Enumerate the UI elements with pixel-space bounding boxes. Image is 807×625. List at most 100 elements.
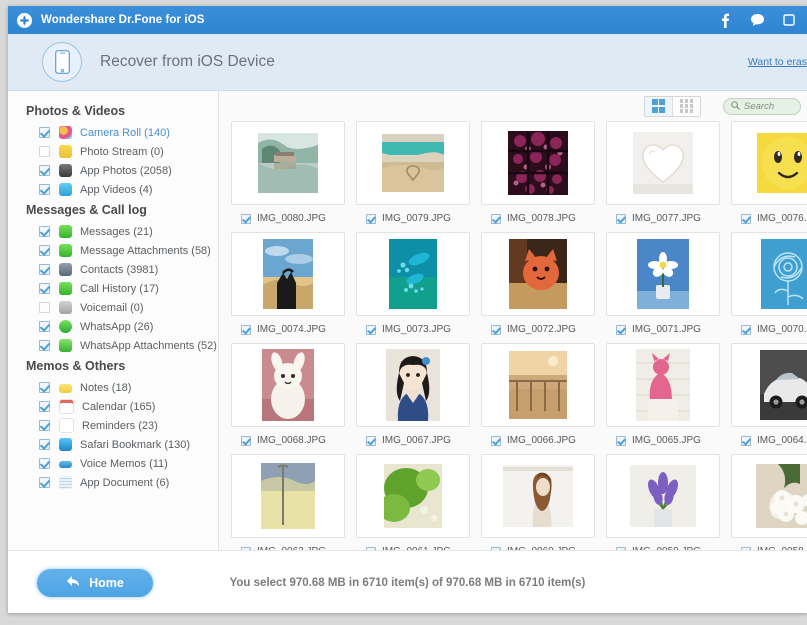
sidebar-item-reminders[interactable]: Reminders (23)	[8, 416, 218, 435]
thumbnail-tile[interactable]	[231, 343, 345, 427]
grid-cell[interactable]: IMG_0065.JPG	[606, 343, 720, 454]
checkbox[interactable]	[741, 435, 751, 446]
file-name: IMG_0079.JPG	[382, 213, 451, 224]
sidebar-item-app-videos[interactable]: App Videos (4)	[8, 180, 218, 199]
checkbox[interactable]	[39, 245, 50, 256]
sidebar-item-label: Message Attachments (58)	[80, 244, 211, 257]
thumbnail-tile[interactable]	[356, 232, 470, 316]
checkbox[interactable]	[39, 340, 50, 351]
sidebar-item-notes[interactable]: Notes (18)	[8, 378, 218, 397]
grid-cell[interactable]: IMG_0064.JPG	[731, 343, 807, 454]
thumbnail-tile[interactable]	[731, 343, 807, 427]
checkbox[interactable]	[39, 302, 50, 313]
grid-cell[interactable]: IMG_0080.JPG	[231, 121, 345, 232]
sidebar-item-messages[interactable]: Messages (21)	[8, 222, 218, 241]
sidebar-item-app-photos[interactable]: App Photos (2058)	[8, 161, 218, 180]
thumbnail-tile[interactable]	[231, 232, 345, 316]
thumbnail-tile[interactable]	[731, 232, 807, 316]
grid-cell[interactable]: IMG_0059.JPG	[606, 454, 720, 550]
sidebar-item-contacts[interactable]: Contacts (3981)	[8, 260, 218, 279]
sidebar-item-calendar[interactable]: Calendar (165)	[8, 397, 218, 416]
checkbox[interactable]	[39, 264, 50, 275]
grid-cell[interactable]: IMG_0076.JPG	[731, 121, 807, 232]
search-input[interactable]: Search	[723, 97, 801, 115]
checkbox[interactable]	[39, 165, 50, 176]
sidebar-item-photo-stream[interactable]: Photo Stream (0)	[8, 142, 218, 161]
checkbox[interactable]	[39, 439, 50, 450]
thumbnail-tile[interactable]	[606, 454, 720, 538]
checkbox[interactable]	[39, 226, 50, 237]
grid-cell[interactable]: IMG_0058.JPG	[731, 454, 807, 550]
grid-cell[interactable]: IMG_0071.JPG	[606, 232, 720, 343]
grid-cell[interactable]: IMG_0077.JPG	[606, 121, 720, 232]
checkbox[interactable]	[39, 283, 50, 294]
checkbox[interactable]	[39, 401, 50, 412]
checkbox[interactable]	[616, 213, 626, 224]
checkbox[interactable]	[366, 435, 376, 446]
grid-cell[interactable]: IMG_0078.JPG	[481, 121, 595, 232]
sidebar-item-app-document[interactable]: App Document (6)	[8, 473, 218, 492]
thumbnail-tile[interactable]	[356, 454, 470, 538]
facebook-icon[interactable]	[717, 11, 733, 29]
checkbox[interactable]	[241, 213, 251, 224]
thumbnail-tile[interactable]	[606, 232, 720, 316]
sidebar-item-camera-roll[interactable]: Camera Roll (140)	[8, 123, 218, 142]
thumbnail-tile[interactable]	[481, 454, 595, 538]
erase-link[interactable]: Want to eras	[748, 56, 807, 68]
checkbox[interactable]	[491, 435, 501, 446]
sidebar-item-safari-bookmark[interactable]: Safari Bookmark (130)	[8, 435, 218, 454]
chat-bubble-icon[interactable]	[749, 11, 765, 29]
thumbnail-tile[interactable]	[731, 454, 807, 538]
checkbox[interactable]	[39, 146, 50, 157]
grid-cell[interactable]: IMG_0074.JPG	[231, 232, 345, 343]
sidebar-item-message-attachments[interactable]: Message Attachments (58)	[8, 241, 218, 260]
thumbnail-tile[interactable]	[481, 343, 595, 427]
sidebar-item-voicemail[interactable]: Voicemail (0)	[8, 298, 218, 317]
checkbox[interactable]	[241, 435, 251, 446]
checkbox[interactable]	[741, 213, 751, 224]
checkbox[interactable]	[39, 321, 50, 332]
more-icon[interactable]	[781, 11, 797, 29]
thumbnail-tile[interactable]	[481, 121, 595, 205]
checkbox[interactable]	[241, 324, 251, 335]
thumbnail-scroll-area[interactable]: IMG_0080.JPG IMG_0079.JPG IMG_0078.JPG I…	[219, 121, 807, 550]
grid-cell[interactable]: IMG_0079.JPG	[356, 121, 470, 232]
sidebar-item-whatsapp[interactable]: WhatsApp (26)	[8, 317, 218, 336]
thumbnail-tile[interactable]	[231, 454, 345, 538]
checkbox[interactable]	[616, 435, 626, 446]
sidebar-item-call-history[interactable]: Call History (17)	[8, 279, 218, 298]
grid-cell[interactable]: IMG_0072.JPG	[481, 232, 595, 343]
thumbnail-tile[interactable]	[606, 121, 720, 205]
checkbox[interactable]	[616, 324, 626, 335]
small-grid-view-button[interactable]	[672, 96, 700, 116]
checkbox[interactable]	[741, 324, 751, 335]
thumbnail-tile[interactable]	[356, 343, 470, 427]
grid-cell[interactable]: IMG_0062.JPG	[231, 454, 345, 550]
checkbox[interactable]	[39, 458, 50, 469]
grid-cell[interactable]: IMG_0067.JPG	[356, 343, 470, 454]
checkbox[interactable]	[39, 127, 50, 138]
home-button[interactable]: Home	[36, 567, 154, 598]
grid-cell[interactable]: IMG_0061.JPG	[356, 454, 470, 550]
checkbox[interactable]	[39, 184, 50, 195]
grid-cell[interactable]: IMG_0068.JPG	[231, 343, 345, 454]
grid-cell[interactable]: IMG_0070.JPG	[731, 232, 807, 343]
thumbnail-tile[interactable]	[731, 121, 807, 205]
sidebar-item-whatsapp-attachments[interactable]: WhatsApp Attachments (52)	[8, 336, 218, 355]
checkbox[interactable]	[491, 213, 501, 224]
grid-cell[interactable]: IMG_0073.JPG	[356, 232, 470, 343]
checkbox[interactable]	[366, 213, 376, 224]
large-grid-view-button[interactable]	[645, 96, 672, 116]
thumbnail-tile[interactable]	[481, 232, 595, 316]
checkbox[interactable]	[39, 420, 50, 431]
checkbox[interactable]	[366, 324, 376, 335]
thumbnail-tile[interactable]	[231, 121, 345, 205]
sidebar-item-voice-memos[interactable]: Voice Memos (11)	[8, 454, 218, 473]
thumbnail-tile[interactable]	[606, 343, 720, 427]
grid-cell[interactable]: IMG_0066.JPG	[481, 343, 595, 454]
checkbox[interactable]	[491, 324, 501, 335]
thumbnail-tile[interactable]	[356, 121, 470, 205]
checkbox[interactable]	[39, 477, 50, 488]
checkbox[interactable]	[39, 382, 50, 393]
grid-cell[interactable]: IMG_0060.JPG	[481, 454, 595, 550]
